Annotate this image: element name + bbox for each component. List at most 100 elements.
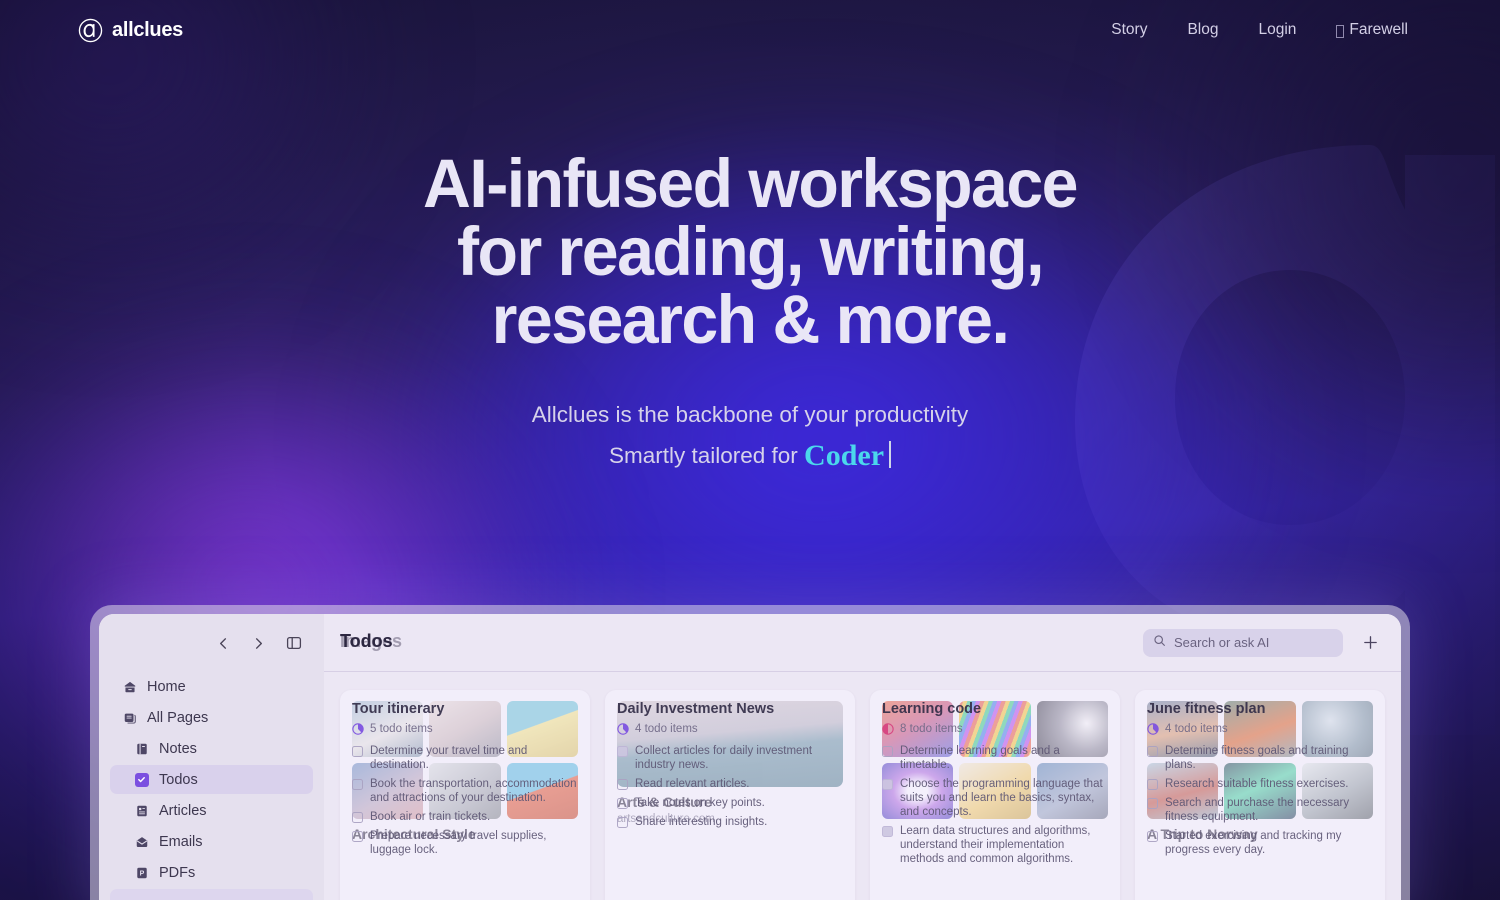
todo-checkbox[interactable] — [882, 826, 893, 837]
svg-text:P: P — [139, 870, 144, 877]
todo-item[interactable]: Book the transportation, accommodation a… — [352, 777, 578, 805]
todo-checkbox[interactable] — [882, 779, 893, 790]
search-placeholder: Search or ask AI — [1174, 635, 1270, 650]
todo-text: Started exercising and tracking my progr… — [1165, 830, 1342, 856]
page-title-crossfade: Images Todos — [340, 631, 560, 655]
sidebar-item-all-pages[interactable]: All Pages — [110, 703, 313, 732]
notes-icon — [134, 741, 149, 756]
nav-link-blog[interactable]: Blog — [1187, 21, 1218, 39]
nav-link-farewell-label: Farewell — [1349, 21, 1408, 38]
todo-text: Book air or train tickets. — [370, 811, 491, 823]
card-grid: Architectural Style Tour itinerary 5 tod… — [324, 672, 1401, 900]
todo-item[interactable]: Take notes on key points. — [617, 796, 843, 810]
hero-section: AI-infused workspace for reading, writin… — [0, 145, 1500, 476]
todo-checkbox[interactable] — [1147, 746, 1158, 757]
todo-checkbox[interactable] — [617, 746, 628, 757]
todo-checkbox[interactable] — [617, 798, 628, 809]
todo-checkbox[interactable] — [1147, 779, 1158, 790]
sidebar-item-all-pages-label: All Pages — [147, 709, 209, 726]
add-page-button[interactable] — [1357, 630, 1383, 656]
todo-item[interactable]: Choose the programming language that sui… — [882, 777, 1108, 819]
card-todo-layer: Learning code 8 todo items Determine lea… — [870, 690, 1120, 900]
todo-checkbox[interactable] — [1147, 798, 1158, 809]
todo-text: Share interesting insights. — [635, 816, 768, 828]
card-june-fitness-plan[interactable]: A Trip to Norway June fitness plan 4 tod… — [1135, 690, 1385, 900]
search-icon — [1153, 634, 1166, 652]
todo-item[interactable]: Learn data structures and algorithms, un… — [882, 824, 1108, 866]
todo-item[interactable]: Search and purchase the necessary fitnes… — [1147, 796, 1373, 824]
todo-text: Take notes on key points. — [635, 797, 765, 809]
brand-logo[interactable]: allclues — [78, 18, 183, 43]
todo-checkbox[interactable] — [352, 779, 363, 790]
todo-checkbox[interactable] — [617, 779, 628, 790]
card-todo-count: 8 todo items — [900, 723, 963, 735]
todo-text: Determine learning goals and a timetable… — [900, 745, 1060, 771]
sidebar-item-home[interactable]: Home — [110, 672, 313, 701]
pdf-icon: P — [134, 865, 149, 880]
card-todo-count: 5 todo items — [370, 723, 433, 735]
pages-icon — [122, 710, 137, 725]
sidebar-item-emails[interactable]: Emails — [110, 827, 313, 856]
todo-item[interactable]: Read relevant articles. — [617, 777, 843, 791]
sidebar-item-emails-label: Emails — [159, 833, 203, 850]
todo-text: Book the transportation, accommodation a… — [370, 778, 577, 804]
progress-pie-icon — [882, 723, 894, 735]
todo-item[interactable]: Prepare necessary travel supplies, lugga… — [352, 829, 578, 857]
chevron-right-icon[interactable] — [249, 634, 268, 653]
todo-item[interactable]: Determine your travel time and destinati… — [352, 744, 578, 772]
card-todo-meta: 8 todo items — [882, 723, 1108, 735]
todo-checkbox[interactable] — [882, 746, 893, 757]
sidebar-item-notes[interactable]: Notes — [110, 734, 313, 763]
nav-link-login[interactable]: Login — [1258, 21, 1296, 39]
card-title: Learning code — [882, 701, 982, 717]
todo-item[interactable]: Collect articles for daily investment in… — [617, 744, 843, 772]
app-sidebar: Home All Pages Notes Todos Articles Emai… — [99, 614, 324, 900]
progress-pie-icon — [617, 723, 629, 735]
todo-item[interactable]: Started exercising and tracking my progr… — [1147, 829, 1373, 857]
card-title: Daily Investment News — [617, 701, 775, 717]
todo-checkbox[interactable] — [617, 817, 628, 828]
article-icon — [134, 803, 149, 818]
nav-link-story[interactable]: Story — [1111, 21, 1147, 39]
card-learning-code[interactable]: Learning code 8 todo items Determine lea… — [870, 690, 1120, 900]
todo-checkbox[interactable] — [352, 812, 363, 823]
todo-checkbox[interactable] — [352, 746, 363, 757]
hero-subtitle-line-1: Allclues is the backbone of your product… — [531, 402, 969, 427]
sidebar-item-articles[interactable]: Articles — [110, 796, 313, 825]
card-title: June fitness plan — [1147, 701, 1266, 717]
todo-item[interactable]: Share interesting insights. — [617, 815, 843, 829]
headline-line-1: AI-infused workspace — [423, 145, 1078, 222]
sidebar-item-articles-label: Articles — [159, 802, 207, 819]
search-input[interactable]: Search or ask AI — [1143, 628, 1343, 657]
todo-text: Determine your travel time and destinati… — [370, 745, 528, 771]
hero-subtitle: Allclues is the backbone of your product… — [0, 394, 1500, 476]
hero-subtitle-line-2: Smartly tailored for Coder — [0, 435, 1500, 476]
card-todo-layer: Tour itinerary 5 todo items Determine yo… — [340, 690, 590, 900]
sidebar-toggle-icon[interactable] — [284, 634, 303, 653]
sidebar-item-partial[interactable] — [110, 889, 313, 900]
app-window-mockup: Home All Pages Notes Todos Articles Emai… — [90, 605, 1410, 900]
typing-caret-icon — [889, 441, 892, 468]
chevron-left-icon[interactable] — [214, 634, 233, 653]
checkbox-icon — [134, 772, 149, 787]
sidebar-item-todos[interactable]: Todos — [110, 765, 313, 794]
todo-checkbox[interactable] — [352, 831, 363, 842]
todo-text: Learn data structures and algorithms, un… — [900, 825, 1091, 865]
card-todo-meta: 5 todo items — [352, 723, 578, 735]
todo-text: Determine fitness goals and training pla… — [1165, 745, 1349, 771]
sidebar-toolbar — [99, 614, 324, 672]
card-tour-itinerary[interactable]: Architectural Style Tour itinerary 5 tod… — [340, 690, 590, 900]
sidebar-item-pdfs-label: PDFs — [159, 864, 196, 881]
nav-link-farewell[interactable]: Farewell — [1336, 21, 1408, 39]
headline-line-2: for reading, writing, — [456, 213, 1045, 290]
todo-item[interactable]: Determine fitness goals and training pla… — [1147, 744, 1373, 772]
todo-item[interactable]: Book air or train tickets. — [352, 810, 578, 824]
todo-item[interactable]: Determine learning goals and a timetable… — [882, 744, 1108, 772]
allclues-circle-a-icon — [78, 18, 103, 43]
card-todo-count: 4 todo items — [1165, 723, 1228, 735]
sidebar-item-pdfs[interactable]: P PDFs — [110, 858, 313, 887]
card-daily-investment-news[interactable]: Arts & Culture artsandculture.com Daily … — [605, 690, 855, 900]
email-icon — [134, 834, 149, 849]
todo-item[interactable]: Research suitable fitness exercises. — [1147, 777, 1373, 791]
todo-checkbox[interactable] — [1147, 831, 1158, 842]
